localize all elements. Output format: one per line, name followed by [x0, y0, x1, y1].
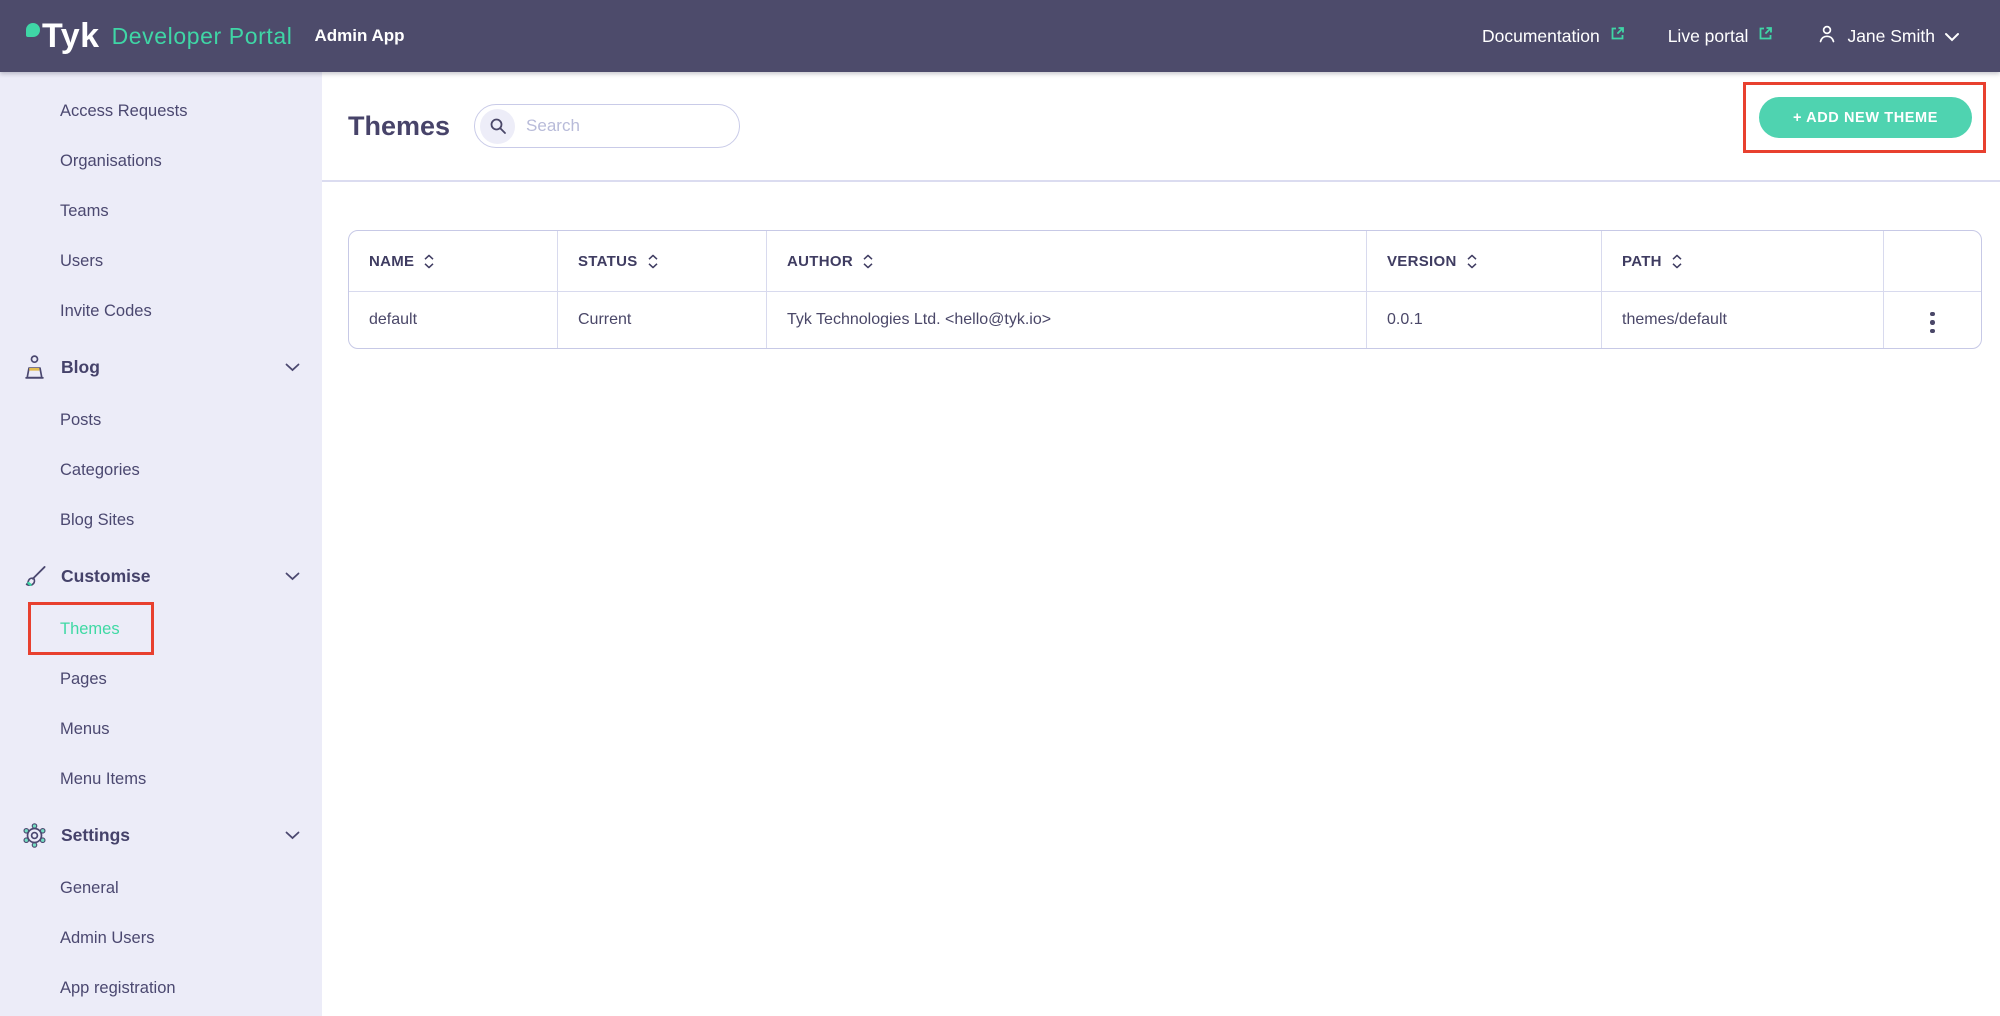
sidebar-item-blog-sites[interactable]: Blog Sites [0, 495, 322, 545]
column-header-status[interactable]: STATUS [558, 231, 767, 292]
page-header: Themes + ADD NEW THEME [322, 72, 2000, 182]
search-icon [480, 109, 515, 144]
search-input[interactable] [526, 116, 716, 136]
sidebar-item-pages[interactable]: Pages [0, 654, 322, 704]
documentation-label: Documentation [1482, 26, 1600, 47]
column-header-path[interactable]: PATH [1602, 231, 1884, 292]
sidebar-item-access-requests[interactable]: Access Requests [0, 86, 322, 136]
chevron-down-icon [1944, 26, 1960, 47]
sidebar-section-settings[interactable]: Settings [0, 807, 322, 863]
sidebar-item-label: Pages [60, 670, 107, 689]
live-portal-label: Live portal [1668, 26, 1749, 47]
sidebar-item-categories[interactable]: Categories [0, 445, 322, 495]
cell-name: default [349, 292, 558, 348]
column-label: NAME [369, 253, 414, 270]
sidebar-item-label: Admin Users [60, 929, 154, 948]
cell-path: themes/default [1602, 292, 1884, 348]
person-icon [1816, 23, 1838, 50]
external-link-icon [1757, 25, 1774, 47]
sidebar-item-menus[interactable]: Menus [0, 704, 322, 754]
sidebar-item-label: Teams [60, 202, 109, 221]
sidebar-item-label: Menus [60, 720, 110, 739]
sort-icon [862, 254, 874, 269]
sidebar-item-label: Organisations [60, 152, 162, 171]
column-label: VERSION [1387, 253, 1457, 270]
user-name: Jane Smith [1847, 26, 1935, 47]
sidebar-item-app-registration[interactable]: App registration [0, 963, 322, 1013]
sidebar-item-themes[interactable]: Themes [0, 604, 322, 654]
sort-icon [1671, 254, 1683, 269]
themes-table: NAME STATUS AUTHOR VERSION [348, 230, 1982, 349]
column-header-actions [1884, 231, 1981, 292]
sidebar-item-general[interactable]: General [0, 863, 322, 913]
page-title: Themes [348, 111, 450, 142]
sidebar-item-label: Access Requests [60, 102, 187, 121]
sidebar: Access Requests Organisations Teams User… [0, 72, 322, 1016]
paintbrush-icon [20, 562, 48, 590]
sidebar-section-label: Customise [61, 566, 150, 587]
sort-icon [423, 254, 435, 269]
main-content: Themes + ADD NEW THEME NAME [322, 72, 2000, 1016]
cell-version: 0.0.1 [1367, 292, 1602, 348]
column-label: STATUS [578, 253, 638, 270]
sidebar-section-label: Settings [61, 825, 130, 846]
column-header-author[interactable]: AUTHOR [767, 231, 1367, 292]
sidebar-item-invite-codes[interactable]: Invite Codes [0, 286, 322, 336]
sort-icon [647, 254, 659, 269]
sort-icon [1466, 254, 1478, 269]
add-new-theme-button[interactable]: + ADD NEW THEME [1759, 97, 1972, 138]
sidebar-item-menu-items[interactable]: Menu Items [0, 754, 322, 804]
tyk-logo[interactable]: Tyk Developer Portal [26, 19, 293, 53]
documentation-link[interactable]: Documentation [1482, 25, 1626, 47]
sidebar-section-label: Blog [61, 357, 100, 378]
chevron-down-icon [285, 572, 300, 581]
sidebar-item-teams[interactable]: Teams [0, 186, 322, 236]
sidebar-item-label: Users [60, 252, 103, 271]
sidebar-item-label: App registration [60, 979, 176, 998]
row-actions-kebab-icon[interactable] [1922, 308, 1943, 338]
column-label: AUTHOR [787, 253, 853, 270]
cell-actions [1884, 292, 1981, 348]
app-header: Tyk Developer Portal Admin App Documenta… [0, 0, 2000, 72]
sidebar-item-organisations[interactable]: Organisations [0, 136, 322, 186]
sidebar-section-blog[interactable]: Blog [0, 339, 322, 395]
tyk-leaf-icon [26, 23, 40, 37]
sidebar-item-label: Blog Sites [60, 511, 134, 530]
chevron-down-icon [285, 363, 300, 372]
cell-status: Current [558, 292, 767, 348]
column-header-version[interactable]: VERSION [1367, 231, 1602, 292]
logo-text: Tyk [42, 19, 100, 53]
live-portal-link[interactable]: Live portal [1668, 25, 1775, 47]
column-header-name[interactable]: NAME [349, 231, 558, 292]
user-menu[interactable]: Jane Smith [1816, 23, 1960, 50]
column-label: PATH [1622, 253, 1662, 270]
table-header-row: NAME STATUS AUTHOR VERSION [349, 231, 1981, 292]
sidebar-item-posts[interactable]: Posts [0, 395, 322, 445]
sidebar-item-label: General [60, 879, 119, 898]
sidebar-item-label: Categories [60, 461, 140, 480]
header-right: Documentation Live portal Jane Smith [1482, 23, 1960, 50]
table-row: default Current Tyk Technologies Ltd. <h… [349, 292, 1981, 348]
cell-author: Tyk Technologies Ltd. <hello@tyk.io> [767, 292, 1367, 348]
gear-icon [20, 821, 48, 849]
sidebar-item-users[interactable]: Users [0, 236, 322, 286]
search-box[interactable] [474, 104, 740, 148]
sidebar-item-label: Menu Items [60, 770, 146, 789]
logo-subtitle: Developer Portal [112, 23, 293, 50]
sidebar-section-customise[interactable]: Customise [0, 548, 322, 604]
app-label: Admin App [315, 26, 405, 46]
sidebar-item-admin-users[interactable]: Admin Users [0, 913, 322, 963]
sidebar-item-label: Posts [60, 411, 101, 430]
sidebar-item-label: Invite Codes [60, 302, 152, 321]
external-link-icon [1609, 25, 1626, 47]
blog-lectern-icon [20, 353, 48, 381]
chevron-down-icon [285, 831, 300, 840]
sidebar-item-label: Themes [60, 620, 120, 639]
